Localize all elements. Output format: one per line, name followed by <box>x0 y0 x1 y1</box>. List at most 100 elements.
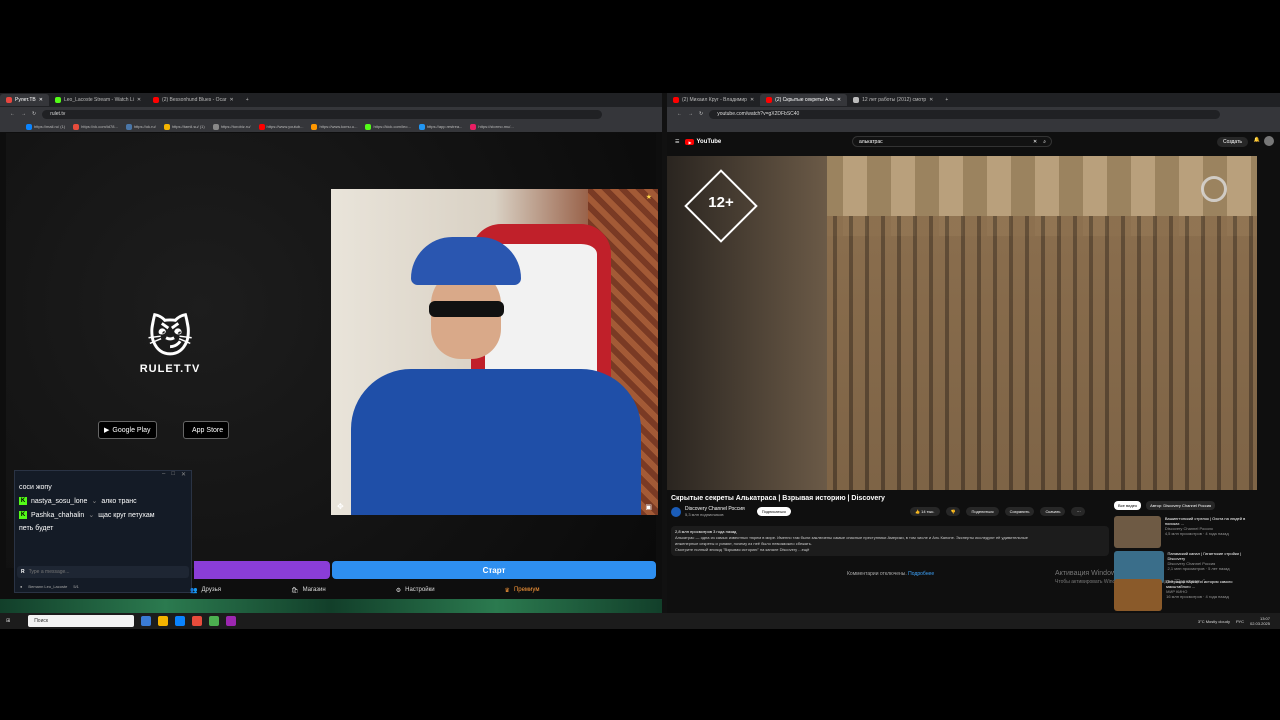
bookmark-item[interactable]: https://tamil.su/ (1) <box>163 123 205 130</box>
new-tab-icon[interactable]: + <box>246 97 249 103</box>
recommendation-item[interactable]: Операция «Арка» и история самого масштаб… <box>1114 579 1249 613</box>
google-play-button[interactable]: ▶ Google Play <box>98 421 157 439</box>
close-icon[interactable]: ✕ <box>39 97 43 103</box>
left-tab-2[interactable]: (2) Bessonhund Blues - Ocar ✕ <box>147 94 240 106</box>
camera-icon[interactable]: ▣ <box>645 503 652 511</box>
download-button[interactable]: Скачать <box>1040 507 1066 516</box>
chip-all[interactable]: Все видео <box>1114 501 1142 510</box>
close-icon[interactable]: ✕ <box>230 97 234 103</box>
right-bookmarks-bar <box>667 121 1280 132</box>
chip-author[interactable]: Автор: Discovery Channel Россия <box>1146 501 1216 510</box>
move-icon[interactable]: ✥ <box>337 502 344 511</box>
left-url-field[interactable]: rulet.tv <box>42 109 602 119</box>
right-address-bar: ← → ↻ youtube.com/watch?v=gX2DFbSC40 <box>667 107 1280 121</box>
left-tab-0[interactable]: Рулет.ТВ ✕ <box>0 94 49 106</box>
nav-friends[interactable]: 👥 Друзья <box>190 583 221 597</box>
search-icon[interactable]: ⌕ <box>1043 139 1046 145</box>
maximize-icon[interactable]: □ <box>171 471 175 481</box>
new-tab-icon[interactable]: + <box>945 97 948 103</box>
nav-shop[interactable]: 🛍 Магазин <box>291 583 326 597</box>
clock[interactable]: 13:07 02.03.2025 <box>1250 616 1270 626</box>
thumbs-up-icon: 👍 <box>915 509 920 514</box>
video-cells <box>817 216 1257 490</box>
webcam-video: ★ ▣ ✥ <box>331 189 658 515</box>
bookmark-favicon-icon <box>73 123 80 130</box>
chevron-down-icon: ⌄ <box>91 498 98 505</box>
chat-input[interactable]: R Type a message... <box>17 566 189 578</box>
taskbar-search-input[interactable]: Поиск <box>28 615 135 627</box>
right-tab-2[interactable]: 12 лет работы (2012) смотр ✕ <box>847 94 939 106</box>
bookmark-item[interactable]: https://www.youtub... <box>258 123 303 130</box>
start-button[interactable]: Старт <box>332 561 656 579</box>
right-tab-1[interactable]: (2) Скрытые секреты Аль ✕ <box>760 94 848 106</box>
left-tab-1[interactable]: Leo_Lacoste Stream - Watch Li ✕ <box>49 94 147 106</box>
kick-icon: K <box>19 497 27 505</box>
chat-overlay-window: – □ ✕ соси жопу K nastya_sosu_lone ⌄ алк… <box>14 470 192 593</box>
obs-icon[interactable] <box>226 616 237 626</box>
bookmark-item[interactable]: https://mail.ru/ (1) <box>26 123 65 130</box>
bookmark-item[interactable]: https://www.komu.u... <box>311 123 357 130</box>
youtube-logo[interactable]: ▶ YouTube <box>685 139 721 145</box>
channel-avatar[interactable] <box>671 506 681 517</box>
close-icon[interactable]: ✕ <box>750 97 754 103</box>
nav-settings[interactable]: ⚙ Настройки <box>396 583 435 597</box>
share-button[interactable]: Поделиться <box>966 507 999 516</box>
video-description[interactable]: 2,8 млн просмотров 3 года назад Алькатра… <box>671 526 1109 556</box>
close-icon[interactable]: ✕ <box>181 471 186 481</box>
bookmark-item[interactable]: https://vk.com/id78... <box>73 123 118 130</box>
app-store-button[interactable]: App Store <box>183 421 230 439</box>
subscribe-button[interactable]: Подписаться <box>756 507 791 516</box>
bell-icon[interactable]: 🔔 <box>1254 137 1260 143</box>
gear-icon: ⚙ <box>395 587 402 594</box>
back-icon[interactable]: ← <box>10 111 15 117</box>
stop-button[interactable] <box>194 561 330 579</box>
nav-premium[interactable]: ♛ Премиум <box>505 583 540 597</box>
bookmark-favicon-icon <box>311 123 318 130</box>
video-actions: 👍 14 тыс. 👎 Поделиться Сохранить Скачать… <box>910 507 1086 516</box>
more-icon[interactable]: ⋯ <box>1071 507 1086 516</box>
menu-icon[interactable]: ☰ <box>675 139 679 145</box>
youtube-search-input[interactable]: алькатрас ✕ ⌕ <box>852 136 1052 147</box>
avatar[interactable] <box>1264 136 1274 146</box>
bookmark-item[interactable]: https://kick.com/leo... <box>365 123 411 130</box>
dislike-button[interactable]: 👎 <box>945 507 961 516</box>
forward-icon[interactable]: → <box>688 111 693 117</box>
forward-icon[interactable]: → <box>21 111 26 117</box>
windows-start-icon[interactable]: ⊞ <box>6 618 10 624</box>
left-browser-window: Рулет.ТВ ✕ Leo_Lacoste Stream - Watch Li… <box>0 93 662 613</box>
file-explorer-icon[interactable] <box>158 616 169 626</box>
edge-icon[interactable] <box>175 616 186 626</box>
close-icon[interactable]: ✕ <box>137 97 141 103</box>
reload-icon[interactable]: ↻ <box>699 111 703 117</box>
recommendation-item[interactable]: Вашингтонский стрелок | Охота на людей в… <box>1114 516 1249 550</box>
back-icon[interactable]: ← <box>677 111 682 117</box>
recommendation-chips: Все видео Автор: Discovery Channel Росси… <box>1114 501 1216 510</box>
chat-message: K Pashka_chahalin ⌄ щас круг петухам <box>19 511 155 519</box>
like-button[interactable]: 👍 14 тыс. <box>910 507 940 516</box>
bookmark-item[interactable]: https://ok.ru/ <box>125 123 156 130</box>
bookmark-item[interactable]: https://stormo.mu/... <box>470 123 514 130</box>
video-player[interactable]: 12+ <box>667 156 1257 490</box>
bookmark-favicon-icon <box>212 123 219 130</box>
bookmark-item[interactable]: https://torobiz.ru/ <box>212 123 251 130</box>
chat-message: K nastya_sosu_lone ⌄ алко транс <box>19 497 137 505</box>
bookmark-item[interactable]: https://app.restrea... <box>418 123 462 130</box>
google-play-icon: ▶ <box>104 427 110 434</box>
create-button[interactable]: Создать <box>1216 137 1248 147</box>
right-tab-0[interactable]: (2) Михаил Круг - Владимир ✕ <box>667 94 760 106</box>
clear-icon[interactable]: ✕ <box>1033 139 1037 145</box>
close-icon[interactable]: ✕ <box>929 97 933 103</box>
chat-footer: ● Bemann Leo_Lacoste 5/1 <box>20 583 79 589</box>
minimize-icon[interactable]: – <box>162 471 165 481</box>
system-tray: 3°C Mostly cloudy РУС 13:07 02.03.2025 <box>1197 616 1270 626</box>
right-url-field[interactable]: youtube.com/watch?v=gX2DFbSC40 <box>709 109 1220 119</box>
comments-disabled-notice: Комментарии отключены. Подробнее <box>847 571 935 577</box>
youtube-favicon-icon <box>153 97 160 103</box>
task-view-icon[interactable] <box>141 616 152 626</box>
chrome-icon[interactable] <box>209 616 220 626</box>
rulet-favicon-icon <box>6 97 12 103</box>
close-icon[interactable]: ✕ <box>837 97 841 103</box>
reload-icon[interactable]: ↻ <box>32 111 36 117</box>
save-button[interactable]: Сохранить <box>1004 507 1035 516</box>
yandex-icon[interactable] <box>192 616 203 626</box>
